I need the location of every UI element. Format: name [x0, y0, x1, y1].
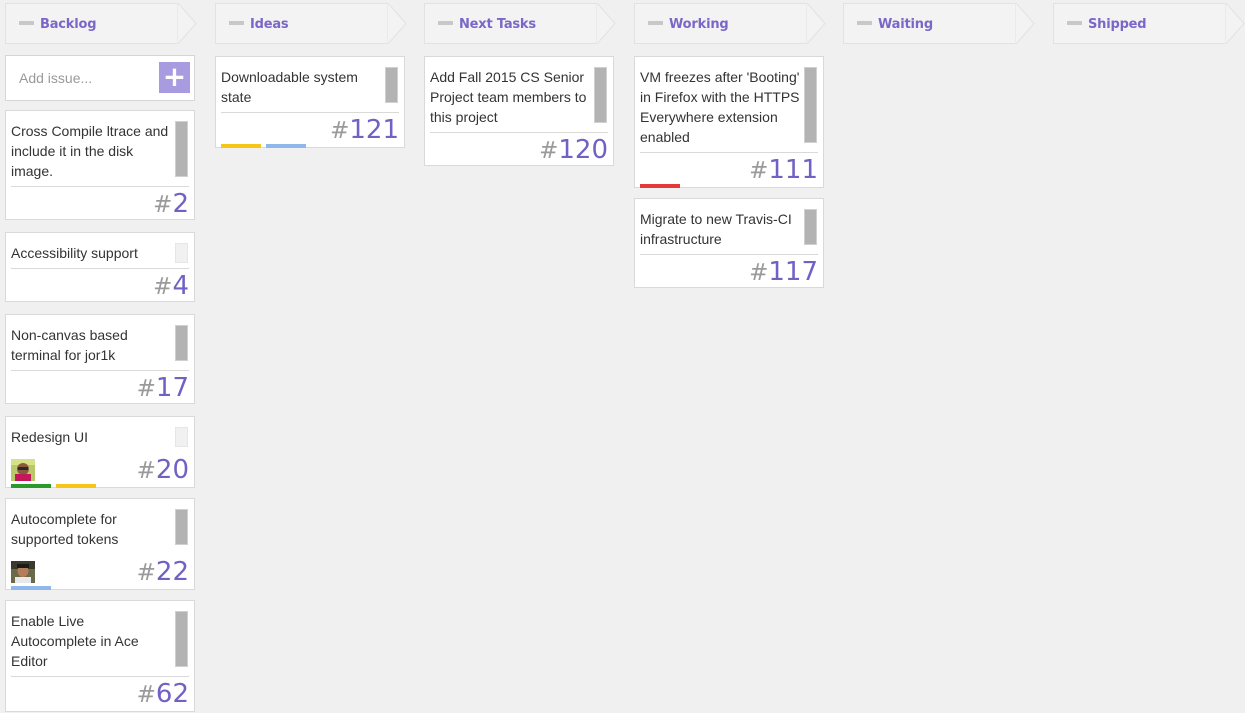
- issue-number[interactable]: #120: [539, 136, 608, 165]
- assignee-avatar[interactable]: [11, 459, 35, 481]
- issue-number[interactable]: #20: [137, 456, 189, 485]
- issue-card-20[interactable]: Redesign UI #20: [5, 416, 195, 488]
- issue-labels: [640, 184, 685, 188]
- label-yellow[interactable]: [56, 484, 96, 488]
- column-title: Next Tasks: [459, 17, 536, 32]
- column-header-backlog[interactable]: Backlog: [5, 3, 197, 44]
- issue-number[interactable]: #4: [153, 272, 189, 301]
- column-header-next-tasks[interactable]: Next Tasks: [424, 3, 616, 44]
- issue-title: Redesign UI: [11, 429, 89, 445]
- issue-drag-handle[interactable]: [594, 67, 607, 123]
- divider: [430, 132, 608, 133]
- issue-card-117[interactable]: Migrate to new Travis-CI infrastructure …: [634, 198, 824, 288]
- column-arrow-icon: [1225, 3, 1245, 44]
- column-title: Working: [669, 17, 729, 32]
- issue-labels: [221, 144, 311, 148]
- divider: [11, 186, 189, 187]
- issue-number[interactable]: #117: [749, 258, 818, 287]
- column-title: Ideas: [250, 17, 289, 32]
- divider: [11, 676, 189, 677]
- issue-drag-handle[interactable]: [175, 121, 188, 177]
- issue-number[interactable]: #62: [137, 680, 189, 709]
- column-backlog: Backlog: [5, 3, 197, 44]
- column-header-ideas[interactable]: Ideas: [215, 3, 407, 44]
- column-title: Shipped: [1088, 17, 1147, 32]
- issue-card-4[interactable]: Accessibility support #4: [5, 232, 195, 302]
- issue-number[interactable]: #2: [153, 190, 189, 219]
- divider: [640, 152, 818, 153]
- add-issue-box: +: [5, 55, 195, 101]
- issue-labels: [11, 484, 101, 488]
- plus-icon: +: [162, 60, 187, 93]
- issue-title: Migrate to new Travis-CI infrastructure: [640, 211, 792, 247]
- add-issue-button[interactable]: +: [159, 62, 190, 93]
- drag-handle-icon[interactable]: [19, 21, 34, 25]
- issue-drag-handle[interactable]: [175, 509, 188, 545]
- issue-title: Downloadable system state: [221, 69, 358, 105]
- issue-card-111[interactable]: VM freezes after 'Booting' in Firefox wi…: [634, 56, 824, 188]
- drag-handle-icon[interactable]: [1067, 21, 1082, 25]
- issue-card-17[interactable]: Non-canvas based terminal for jor1k #17: [5, 314, 195, 404]
- issue-number[interactable]: #111: [749, 156, 818, 185]
- column-arrow-icon: [596, 3, 616, 44]
- issue-labels: [11, 586, 56, 590]
- issue-title: Accessibility support: [11, 245, 138, 261]
- issue-title: Autocomplete for supported tokens: [11, 511, 119, 547]
- column-arrow-icon: [387, 3, 407, 44]
- divider: [11, 370, 189, 371]
- column-waiting: Waiting: [843, 3, 1035, 44]
- issue-number[interactable]: #22: [137, 558, 189, 587]
- column-ideas: Ideas: [215, 3, 407, 44]
- issue-card-120[interactable]: Add Fall 2015 CS Senior Project team mem…: [424, 56, 614, 166]
- column-header-shipped[interactable]: Shipped: [1053, 3, 1245, 44]
- column-header-working[interactable]: Working: [634, 3, 826, 44]
- label-blue[interactable]: [266, 144, 306, 148]
- column-arrow-icon: [806, 3, 826, 44]
- issue-card-62[interactable]: Enable Live Autocomplete in Ace Editor #…: [5, 600, 195, 712]
- issue-drag-handle[interactable]: [804, 67, 817, 143]
- label-yellow[interactable]: [221, 144, 261, 148]
- column-title: Backlog: [40, 17, 97, 32]
- issue-card-2[interactable]: Cross Compile ltrace and include it in t…: [5, 110, 195, 220]
- issue-drag-handle[interactable]: [175, 325, 188, 361]
- issue-number[interactable]: #121: [330, 116, 399, 145]
- issue-drag-handle[interactable]: [175, 427, 188, 447]
- divider: [640, 254, 818, 255]
- assignee-avatar[interactable]: [11, 561, 35, 583]
- column-header-waiting[interactable]: Waiting: [843, 3, 1035, 44]
- issue-card-22[interactable]: Autocomplete for supported tokens #22: [5, 498, 195, 590]
- drag-handle-icon[interactable]: [229, 21, 244, 25]
- column-arrow-icon: [177, 3, 197, 44]
- drag-handle-icon[interactable]: [438, 21, 453, 25]
- issue-title: Enable Live Autocomplete in Ace Editor: [11, 613, 139, 669]
- add-issue-input[interactable]: [7, 57, 157, 99]
- issue-drag-handle[interactable]: [175, 611, 188, 667]
- drag-handle-icon[interactable]: [648, 21, 663, 25]
- issue-title: VM freezes after 'Booting' in Firefox wi…: [640, 69, 800, 145]
- issue-title: Add Fall 2015 CS Senior Project team mem…: [430, 69, 587, 125]
- issue-drag-handle[interactable]: [804, 209, 817, 245]
- issue-number[interactable]: #17: [137, 374, 189, 403]
- column-title: Waiting: [878, 17, 933, 32]
- divider: [11, 268, 189, 269]
- issue-title: Cross Compile ltrace and include it in t…: [11, 123, 169, 179]
- issue-drag-handle[interactable]: [175, 243, 188, 263]
- column-working: Working: [634, 3, 826, 44]
- label-green[interactable]: [11, 484, 51, 488]
- label-red[interactable]: [640, 184, 680, 188]
- issue-card-121[interactable]: Downloadable system state #121: [215, 56, 405, 148]
- issue-drag-handle[interactable]: [385, 67, 398, 103]
- divider: [221, 112, 399, 113]
- column-next-tasks: Next Tasks: [424, 3, 616, 44]
- issue-title: Non-canvas based terminal for jor1k: [11, 327, 128, 363]
- column-shipped: Shipped: [1053, 3, 1245, 44]
- label-blue[interactable]: [11, 586, 51, 590]
- drag-handle-icon[interactable]: [857, 21, 872, 25]
- column-arrow-icon: [1015, 3, 1035, 44]
